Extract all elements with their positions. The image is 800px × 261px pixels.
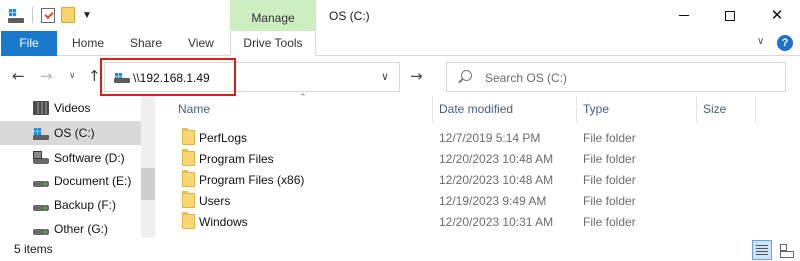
file-date: 12/7/2019 5:14 PM: [439, 131, 541, 145]
table-row[interactable]: Program Files (x86) 12/20/2023 10:48 AM …: [155, 169, 800, 190]
drive-icon: [33, 174, 49, 188]
up-arrow-icon[interactable]: ↑: [88, 67, 101, 85]
highlight-box: [100, 58, 236, 96]
chevron-down-icon[interactable]: ∨: [381, 70, 389, 83]
table-row[interactable]: Users 12/19/2023 9:49 AM File folder: [155, 190, 800, 211]
windows-drive-icon: [33, 126, 49, 140]
manage-context-label: Manage: [230, 0, 316, 31]
drive-icon[interactable]: [8, 7, 24, 23]
file-type: File folder: [583, 173, 636, 187]
nav-item-videos[interactable]: Videos: [0, 96, 141, 120]
column-header-type[interactable]: Type: [583, 96, 609, 123]
tab-view[interactable]: View: [188, 31, 214, 56]
status-bar: 5 items: [0, 238, 800, 261]
folder-icon: [182, 191, 195, 208]
address-row: ← → ∨ ↑ \\192.168.1.49 ∨ → Search OS (C:…: [0, 56, 800, 96]
title-bar: ▼ Manage OS (C:) ✕: [0, 0, 800, 31]
search-icon: [461, 70, 472, 81]
tab-drive-tools[interactable]: Drive Tools: [230, 31, 316, 56]
nav-item-label: Software (D:): [54, 151, 125, 165]
window-title: OS (C:): [329, 9, 370, 23]
nav-item-label: Videos: [54, 101, 91, 115]
details-view-icon[interactable]: [752, 240, 772, 260]
forward-arrow-icon[interactable]: →: [40, 67, 53, 85]
navigation-pane: Videos OS (C:) Software (D:) Document (E…: [0, 96, 155, 238]
quick-access-toolbar: ▼: [8, 7, 93, 23]
file-name: Users: [199, 194, 231, 208]
large-icons-view-icon[interactable]: [776, 240, 796, 260]
maximize-icon: [725, 10, 735, 21]
table-row[interactable]: Windows 12/20/2023 10:31 AM File folder: [155, 211, 800, 232]
file-name: PerfLogs: [199, 131, 248, 145]
nav-item-software-d[interactable]: Software (D:): [0, 146, 141, 170]
expand-ribbon-icon[interactable]: ∨: [757, 36, 771, 50]
close-icon: ✕: [770, 6, 784, 24]
tab-file[interactable]: File: [1, 31, 57, 56]
nav-item-os-c[interactable]: OS (C:): [0, 121, 141, 145]
file-date: 12/20/2023 10:48 AM: [439, 152, 554, 166]
nav-scrollbar[interactable]: [141, 96, 155, 238]
nav-item-label: Other (G:): [54, 222, 109, 236]
file-date: 12/19/2023 9:49 AM: [439, 194, 547, 208]
file-name: Windows: [199, 215, 248, 229]
folder-icon: [182, 128, 195, 145]
column-divider[interactable]: [755, 96, 756, 123]
file-date: 12/20/2023 10:31 AM: [439, 215, 554, 229]
table-row[interactable]: PerfLogs 12/7/2019 5:14 PM File folder: [155, 127, 800, 148]
column-divider[interactable]: [432, 96, 433, 123]
nav-item-label: Backup (F:): [54, 198, 117, 212]
column-header-name[interactable]: Name: [178, 96, 210, 123]
maximize-button[interactable]: [707, 0, 753, 31]
column-divider[interactable]: [696, 96, 697, 123]
drive-icon: [33, 198, 49, 212]
new-folder-icon[interactable]: [61, 7, 75, 23]
file-name: Program Files: [199, 152, 274, 166]
properties-icon[interactable]: [41, 7, 55, 23]
file-type: File folder: [583, 131, 636, 145]
drive-icon: [33, 222, 49, 236]
item-count: 5 items: [14, 242, 53, 256]
sort-ascending-icon: ⌃: [299, 93, 307, 103]
tab-home[interactable]: Home: [72, 31, 104, 56]
tab-share[interactable]: Share: [130, 31, 162, 56]
folder-icon: [182, 170, 195, 187]
column-header-size[interactable]: Size: [703, 96, 726, 123]
help-icon[interactable]: ?: [777, 35, 793, 51]
file-type: File folder: [583, 215, 636, 229]
recent-locations-chevron-icon[interactable]: ∨: [69, 71, 76, 81]
ribbon-tabs: File Home Share View Drive Tools ∨ ?: [0, 31, 800, 56]
back-arrow-icon[interactable]: ←: [12, 67, 25, 85]
toolbar-divider: [32, 7, 33, 23]
table-row[interactable]: Program Files 12/20/2023 10:48 AM File f…: [155, 148, 800, 169]
file-type: File folder: [583, 152, 636, 166]
nav-item-backup-f[interactable]: Backup (F:): [0, 193, 141, 217]
minimize-button[interactable]: [661, 0, 707, 31]
folder-icon: [182, 149, 195, 166]
search-input[interactable]: Search OS (C:): [446, 62, 786, 92]
search-placeholder: Search OS (C:): [485, 71, 568, 85]
customize-toolbar-icon[interactable]: ▼: [81, 10, 93, 21]
minimize-icon: [679, 15, 689, 16]
go-arrow-icon[interactable]: →: [410, 67, 423, 85]
file-date: 12/20/2023 10:48 AM: [439, 173, 554, 187]
nav-item-label: OS (C:): [54, 126, 95, 140]
nav-scrollbar-thumb[interactable]: [141, 168, 155, 200]
column-divider[interactable]: [576, 96, 577, 123]
videos-icon: [33, 101, 49, 115]
network-drive-icon: [33, 151, 49, 165]
file-list: ⌃ Name Date modified Type Size PerfLogs …: [155, 93, 800, 238]
close-button[interactable]: ✕: [754, 0, 800, 31]
folder-icon: [182, 212, 195, 229]
column-header-date-modified[interactable]: Date modified: [439, 96, 513, 123]
nav-item-label: Document (E:): [54, 174, 132, 188]
file-name: Program Files (x86): [199, 173, 305, 187]
nav-item-document-e[interactable]: Document (E:): [0, 169, 141, 193]
file-type: File folder: [583, 194, 636, 208]
